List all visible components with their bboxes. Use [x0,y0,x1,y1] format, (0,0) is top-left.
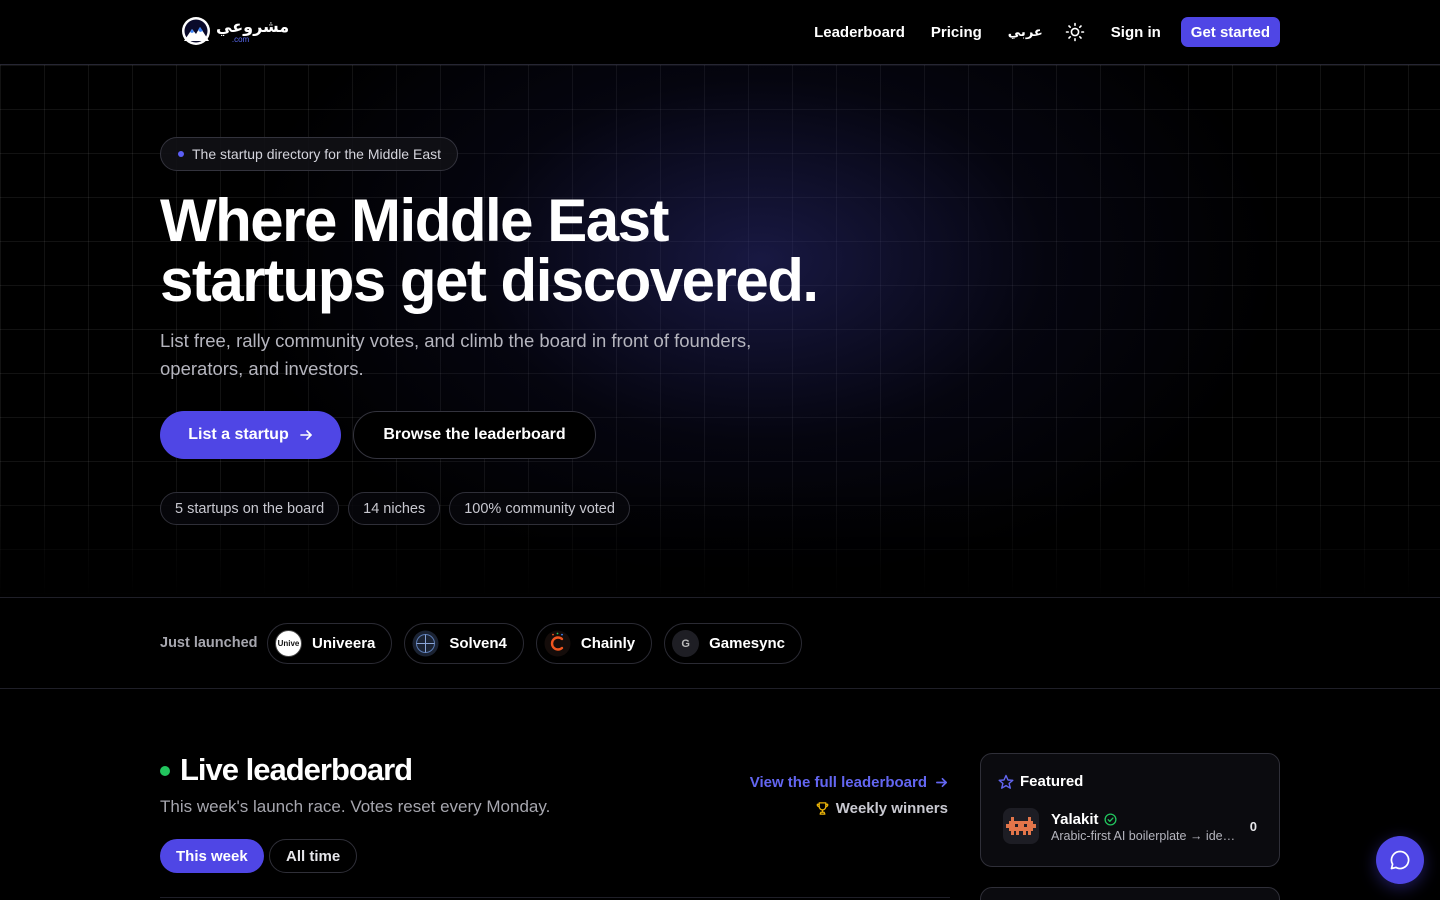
nav-leaderboard-link[interactable]: Leaderboard [814,24,905,41]
featured-card: Featured Yalakit Arabic-first AI boilerp… [980,753,1280,867]
solven4-globe-icon [412,630,439,657]
launched-chip-chainly[interactable]: Chainly [535,623,653,664]
just-launched-strip: Just launched Unive Univeera Solven4 Cha… [0,597,1440,689]
stat-startups: 5 startups on the board [160,492,340,525]
yalakit-robot-icon [1006,817,1036,835]
stat-niches: 14 niches [348,492,441,525]
yalakit-logo[interactable] [1003,808,1039,844]
logo[interactable]: مشروعي .com [180,14,289,48]
univeera-avatar: Unive [275,630,302,657]
leaderboard-title: Live leaderboard [180,752,413,787]
sign-in-link[interactable]: Sign in [1111,24,1161,41]
hero-subtitle: List free, rally community votes, and cl… [160,330,752,379]
hero-section: The startup directory for the Middle Eas… [0,65,1440,597]
featured-description: Arabic-first AI boilerplate → idea to la… [1051,829,1236,843]
logo-wordmark: مشروعي [216,16,290,36]
logo-domain: .com [231,34,250,44]
hero-title: Where Middle East startups get discovere… [160,187,819,314]
list-startup-button[interactable]: List a startup [160,411,341,459]
sun-icon[interactable] [1065,22,1085,42]
featured-heading: Featured [1020,773,1084,790]
live-indicator-dot [160,766,170,776]
nav-links: Leaderboard Pricing عربي Sign in Get sta… [788,17,1280,47]
verified-check-icon [1104,813,1117,826]
hero-stats: 5 startups on the board 14 niches 100% c… [160,492,630,525]
arrow-right-icon [299,430,312,440]
language-toggle[interactable]: عربي [1008,25,1043,40]
trophy-icon [816,802,829,815]
view-full-leaderboard-link[interactable]: View the full leaderboard [750,774,948,791]
launched-chip-gamesync[interactable]: G Gamesync [664,623,802,664]
stat-community: 100% community voted [449,492,630,525]
chainly-logo-icon [544,630,571,657]
chat-bubble-icon [1390,850,1410,870]
star-icon [998,774,1014,789]
featured-startup-name: Yalakit [1051,811,1099,828]
launched-chip-univeera[interactable]: Unive Univeera [267,623,393,664]
nav-pricing-link[interactable]: Pricing [931,24,982,41]
tab-this-week[interactable]: This week [160,839,264,873]
tab-all-time[interactable]: All time [269,839,358,873]
weekly-winners-link[interactable]: Weekly winners [815,800,948,817]
arrow-right-icon [936,777,947,788]
secondary-card [980,887,1280,900]
featured-vote-count[interactable]: 0 [1250,819,1257,834]
leaderboard-subtitle: This week's launch race. Votes reset eve… [160,797,551,816]
mountain-logo-icon [182,17,210,45]
hero-tag: The startup directory for the Middle Eas… [160,137,458,171]
launched-chip-solven4[interactable]: Solven4 [404,623,524,664]
just-launched-label: Just launched [160,635,258,651]
chat-button[interactable] [1376,836,1424,884]
browse-leaderboard-button[interactable]: Browse the leaderboard [353,411,596,459]
tag-dot-icon [178,151,184,157]
top-nav: مشروعي .com Leaderboard Pricing عربي Sig… [0,0,1440,65]
gamesync-avatar: G [672,630,700,657]
get-started-button[interactable]: Get started [1180,17,1280,47]
